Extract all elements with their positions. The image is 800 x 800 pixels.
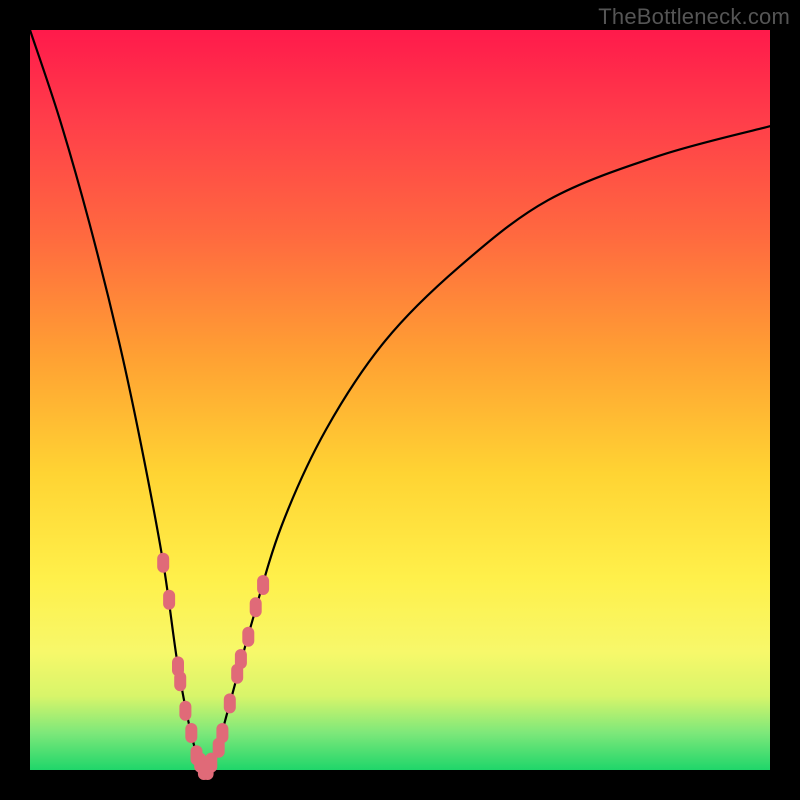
marker-point [179, 701, 191, 721]
marker-point [174, 671, 186, 691]
watermark-label: TheBottleneck.com [598, 4, 790, 30]
marker-point [242, 627, 254, 647]
highlight-markers [157, 553, 269, 780]
marker-point [216, 723, 228, 743]
marker-point [163, 590, 175, 610]
plot-area [30, 30, 770, 770]
marker-point [185, 723, 197, 743]
bottleneck-curve [30, 30, 770, 771]
marker-point [235, 649, 247, 669]
chart-frame: TheBottleneck.com [0, 0, 800, 800]
marker-point [224, 693, 236, 713]
marker-point [157, 553, 169, 573]
curve-layer [30, 30, 770, 770]
marker-point [250, 597, 262, 617]
marker-point [257, 575, 269, 595]
